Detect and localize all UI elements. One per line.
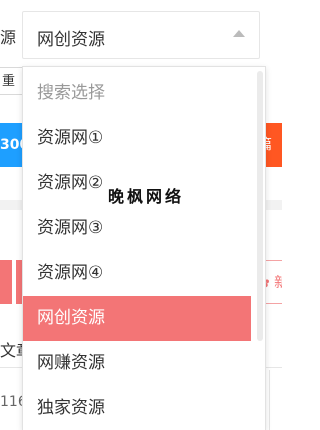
- dropdown-option[interactable]: 资源网④: [23, 251, 251, 296]
- select-dropdown: 搜索选择 资源网① 资源网② 资源网③ 资源网④ 网创资源 网赚资源 独家资源: [22, 66, 266, 430]
- dropdown-scrollbar[interactable]: [257, 71, 263, 341]
- dropdown-option[interactable]: 独家资源: [23, 386, 251, 430]
- table-column-border: [269, 370, 270, 430]
- dropdown-option[interactable]: 资源网③: [23, 206, 251, 251]
- resource-select[interactable]: 网创资源: [22, 11, 260, 59]
- form-label-fragment: 源: [0, 28, 17, 47]
- dropdown-option-selected[interactable]: 网创资源: [23, 296, 251, 341]
- select-current-value: 网创资源: [37, 30, 105, 50]
- dropdown-option[interactable]: 资源网①: [23, 116, 251, 161]
- action-button-red[interactable]: [0, 260, 12, 304]
- caret-up-icon[interactable]: [233, 30, 245, 37]
- dropdown-search-placeholder[interactable]: 搜索选择: [23, 71, 251, 116]
- watermark-text: 晚枫网络: [108, 187, 185, 206]
- reset-button[interactable]: 重置: [0, 67, 24, 95]
- dropdown-option[interactable]: 网赚资源: [23, 341, 251, 386]
